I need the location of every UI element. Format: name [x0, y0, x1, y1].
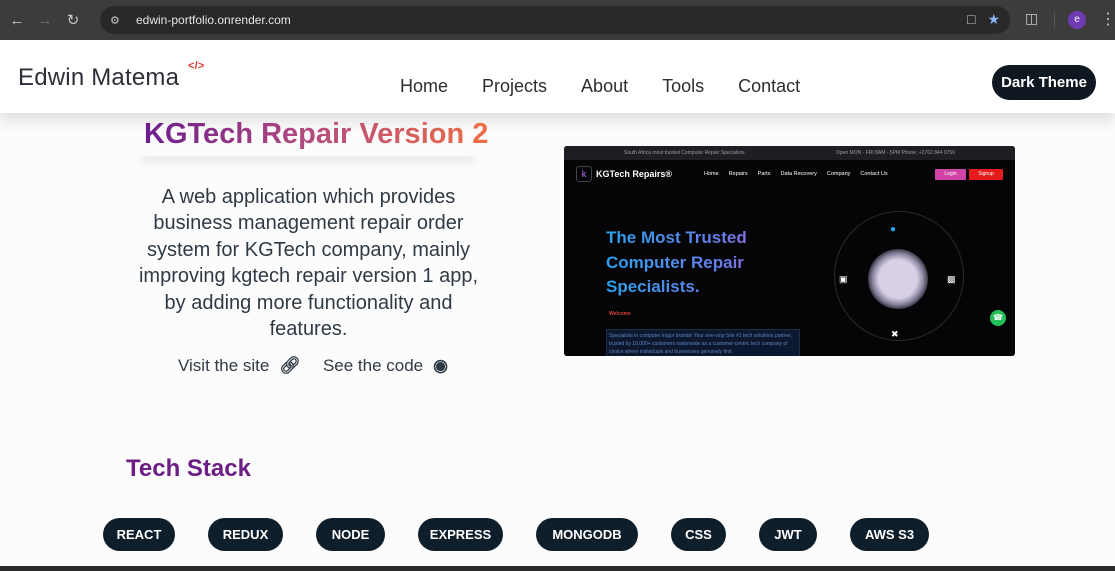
- preview-brand: KGTech Repairs®: [596, 169, 672, 179]
- browser-toolbar: ← → ↻ ⚙ edwin-portfolio.onrender.com □ ★…: [0, 0, 1115, 40]
- preview-topbar: South Africa most trusted Computer Repai…: [564, 146, 1015, 160]
- tech-pill-mongodb: MONGODB: [536, 518, 638, 551]
- star-icon[interactable]: ★: [987, 11, 1000, 28]
- preview-nav-item: Contact Us: [860, 171, 888, 177]
- tech-pill-express: EXPRESS: [418, 518, 503, 551]
- preview-nav-item: Repairs: [728, 171, 748, 177]
- visit-site-link[interactable]: Visit the site: [178, 356, 269, 376]
- dark-theme-button[interactable]: Dark Theme: [992, 65, 1096, 100]
- preview-tool-icon: ●: [890, 224, 897, 235]
- nav-tools[interactable]: Tools: [662, 76, 704, 97]
- site-settings-icon[interactable]: ⚙: [110, 14, 128, 27]
- back-icon[interactable]: ←: [6, 9, 28, 31]
- tech-pill-css: CSS: [671, 518, 726, 551]
- url-text[interactable]: edwin-portfolio.onrender.com: [136, 13, 291, 27]
- github-icon[interactable]: ◉: [433, 356, 448, 376]
- preview-login: Login: [935, 169, 966, 180]
- preview-signup: Signup: [969, 169, 1003, 180]
- kebab-menu-icon[interactable]: ⋮: [1100, 9, 1115, 29]
- preview-topbar-left: South Africa most trusted Computer Repai…: [624, 150, 745, 156]
- preview-nav-item: Data Recovery: [780, 171, 817, 177]
- preview-topbar-right: Open MON - FRI 8AM - 5PM Phone: +2762 84…: [835, 150, 955, 156]
- preview-nav-item: Home: [704, 171, 719, 177]
- tech-pill-jwt: JWT: [759, 518, 817, 551]
- reload-icon[interactable]: ↻: [62, 9, 84, 31]
- project-title: KGTech Repair Version 2: [144, 118, 489, 150]
- tech-pill-node: NODE: [316, 518, 385, 551]
- preview-monitor-icon: ▩: [947, 274, 956, 284]
- tech-pill-react: REACT: [103, 518, 175, 551]
- tech-pill-redux: REDUX: [208, 518, 283, 551]
- nav-projects[interactable]: Projects: [482, 76, 547, 97]
- project-preview-image: South Africa most trusted Computer Repai…: [564, 146, 1015, 356]
- nav-about[interactable]: About: [581, 76, 628, 97]
- site-logo[interactable]: Edwin Matema </>: [18, 60, 204, 92]
- forward-icon[interactable]: →: [34, 9, 56, 31]
- preview-logo-icon: k: [576, 166, 592, 182]
- see-code-link[interactable]: See the code: [323, 356, 423, 376]
- preview-welcome: Welcome: [609, 311, 631, 317]
- main-nav: Home Projects About Tools Contact: [400, 76, 800, 97]
- preview-nav: k KGTech Repairs® Home Repairs Parts Dat…: [564, 166, 1015, 184]
- page-bottom-edge: [0, 566, 1115, 571]
- profile-avatar[interactable]: e: [1068, 11, 1086, 29]
- link-icon[interactable]: 🔗︎: [279, 356, 301, 376]
- code-icon: </>: [188, 60, 205, 72]
- tech-pill-aws-s3: AWS S3: [850, 518, 929, 551]
- preview-laptop-icon: ▣: [839, 274, 848, 284]
- puzzle-icon[interactable]: ◫: [1025, 10, 1038, 27]
- install-app-icon[interactable]: □: [967, 11, 975, 28]
- preview-nav-item: Parts: [757, 171, 771, 177]
- preview-nav-item: Company: [826, 171, 851, 177]
- site-header: Edwin Matema </> Home Projects About Too…: [0, 40, 1115, 113]
- preview-headline: The Most Trusted Computer Repair Special…: [606, 226, 806, 300]
- project-description: A web application which provides busines…: [138, 186, 479, 341]
- preview-whatsapp-icon: ☎: [990, 310, 1006, 326]
- tech-stack-title: Tech Stack: [126, 455, 251, 482]
- address-bar[interactable]: ⚙ edwin-portfolio.onrender.com □ ★: [100, 6, 1010, 34]
- nav-home[interactable]: Home: [400, 76, 448, 97]
- project-links: Visit the site 🔗︎ See the code ◉: [178, 356, 470, 376]
- preview-blurb: Specialists in computer major brands! Yo…: [606, 329, 800, 356]
- toolbar-divider: [1054, 12, 1055, 28]
- preview-wrench-icon: ✖: [891, 329, 899, 339]
- nav-contact[interactable]: Contact: [738, 76, 800, 97]
- logo-text: Edwin Matema: [18, 64, 180, 91]
- preview-glow-circle: [868, 249, 928, 309]
